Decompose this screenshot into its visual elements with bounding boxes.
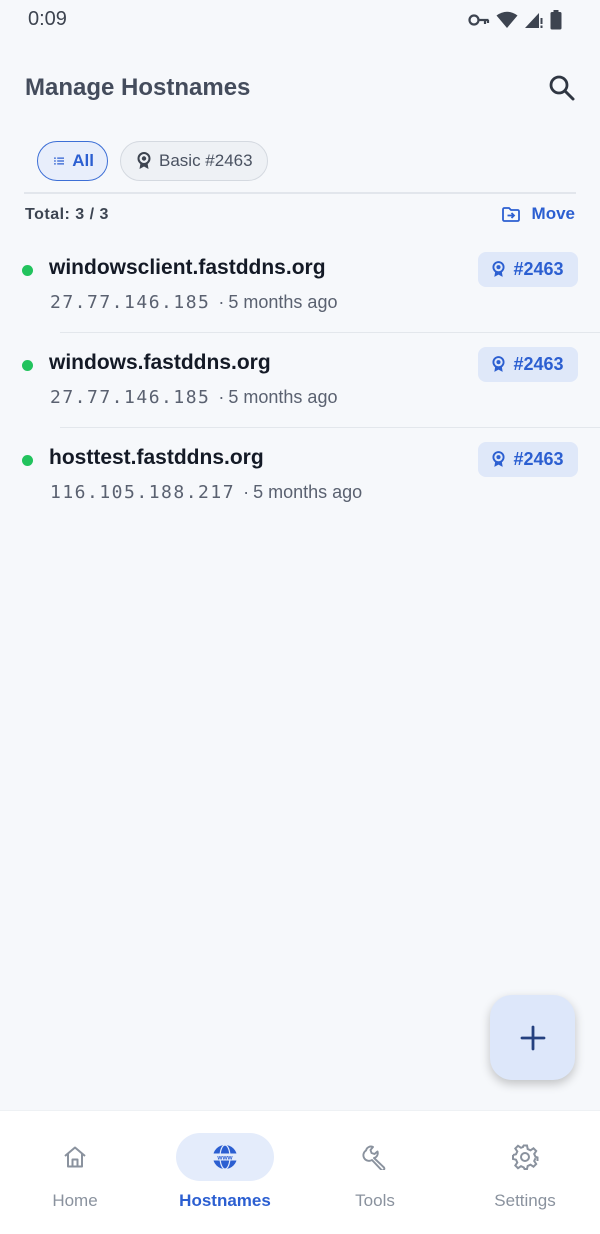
app-bar: Manage Hostnames [0,60,600,116]
meta-separator: · [243,482,250,502]
award-icon [137,152,151,169]
battery-icon [550,10,562,35]
plan-badge[interactable]: #2463 [478,252,578,287]
ip-address: 27.77.146.185 [50,292,211,313]
page-title: Manage Hostnames [25,74,251,101]
meta-separator: · [218,387,225,407]
hostname-meta: 27.77.146.185 · 5 months ago [50,292,337,313]
vpn-key-icon [468,13,490,32]
plus-icon [520,1025,545,1050]
online-status-dot [22,455,33,466]
search-icon [549,75,575,101]
online-status-dot [22,265,33,276]
award-icon [492,451,506,467]
hostname-row[interactable]: hosttest.fastddns.org 116.105.188.217 · 5 … [0,428,600,523]
online-status-dot [22,360,33,371]
gear-icon [512,1144,539,1170]
updated-age: 5 months ago [228,292,338,312]
nav-icon-wrap: www [176,1133,274,1181]
plan-badge-label: #2463 [513,354,564,374]
ip-address: 116.105.188.217 [50,482,236,503]
nav-icon-wrap [326,1133,424,1181]
filter-chip-all[interactable]: All [37,141,108,181]
nav-item-home[interactable]: Home [0,1111,150,1234]
plan-badge-label: #2463 [513,259,564,279]
hostname: windowsclient.fastddns.org [49,256,326,279]
meta-separator: · [218,292,225,312]
signal-icon [524,11,544,34]
wrench-icon [362,1145,386,1170]
nav-icon-wrap [26,1133,124,1181]
nav-item-settings[interactable]: Settings [450,1111,600,1234]
search-button[interactable] [546,72,578,104]
hostname-list: windowsclient.fastddns.org 27.77.146.185… [0,238,600,523]
filter-chips: All Basic #2463 [37,141,268,181]
total-count: Total: 3 / 3 [25,206,109,223]
hostname-meta: 116.105.188.217 · 5 months ago [50,482,362,503]
status-icons [468,10,562,35]
nav-label-tools: Tools [355,1191,395,1210]
folder-move-icon [501,206,520,222]
nav-icon-wrap [476,1133,574,1181]
award-icon [492,261,506,277]
filter-chip-plan-label: Basic #2463 [159,151,253,170]
plan-badge[interactable]: #2463 [478,347,578,382]
hostname-row[interactable]: windowsclient.fastddns.org 27.77.146.185… [0,238,600,333]
nav-label-hostnames: Hostnames [179,1191,271,1210]
updated-age: 5 months ago [253,482,363,502]
plan-badge[interactable]: #2463 [478,442,578,477]
status-time: 0:09 [28,8,67,30]
ip-address: 27.77.146.185 [50,387,211,408]
list-icon [54,157,65,165]
plan-badge-label: #2463 [513,449,564,469]
hostname: windows.fastddns.org [49,351,271,374]
nav-item-hostnames[interactable]: www Hostnames [150,1111,300,1234]
move-button[interactable]: Move [501,204,575,224]
nav-label-settings: Settings [494,1191,556,1210]
hostname-row[interactable]: windows.fastddns.org 27.77.146.185 · 5 mon… [0,333,600,428]
wifi-icon [496,11,518,34]
divider [24,192,576,194]
award-icon [492,356,506,372]
www-globe-icon: www [212,1144,238,1170]
home-icon [64,1146,86,1168]
hostname-meta: 27.77.146.185 · 5 months ago [50,387,337,408]
status-bar: 0:09 [0,0,600,40]
add-hostname-button[interactable] [490,995,575,1080]
filter-chip-all-label: All [72,151,94,170]
nav-item-tools[interactable]: Tools [300,1111,450,1234]
hostname: hosttest.fastddns.org [49,446,264,469]
updated-age: 5 months ago [228,387,338,407]
bottom-nav: Home www Hostnames Tools Settings [0,1110,600,1234]
nav-label-home: Home [52,1191,98,1210]
svg-text:www: www [216,1155,233,1162]
move-label: Move [531,204,575,223]
filter-chip-plan[interactable]: Basic #2463 [120,141,268,181]
